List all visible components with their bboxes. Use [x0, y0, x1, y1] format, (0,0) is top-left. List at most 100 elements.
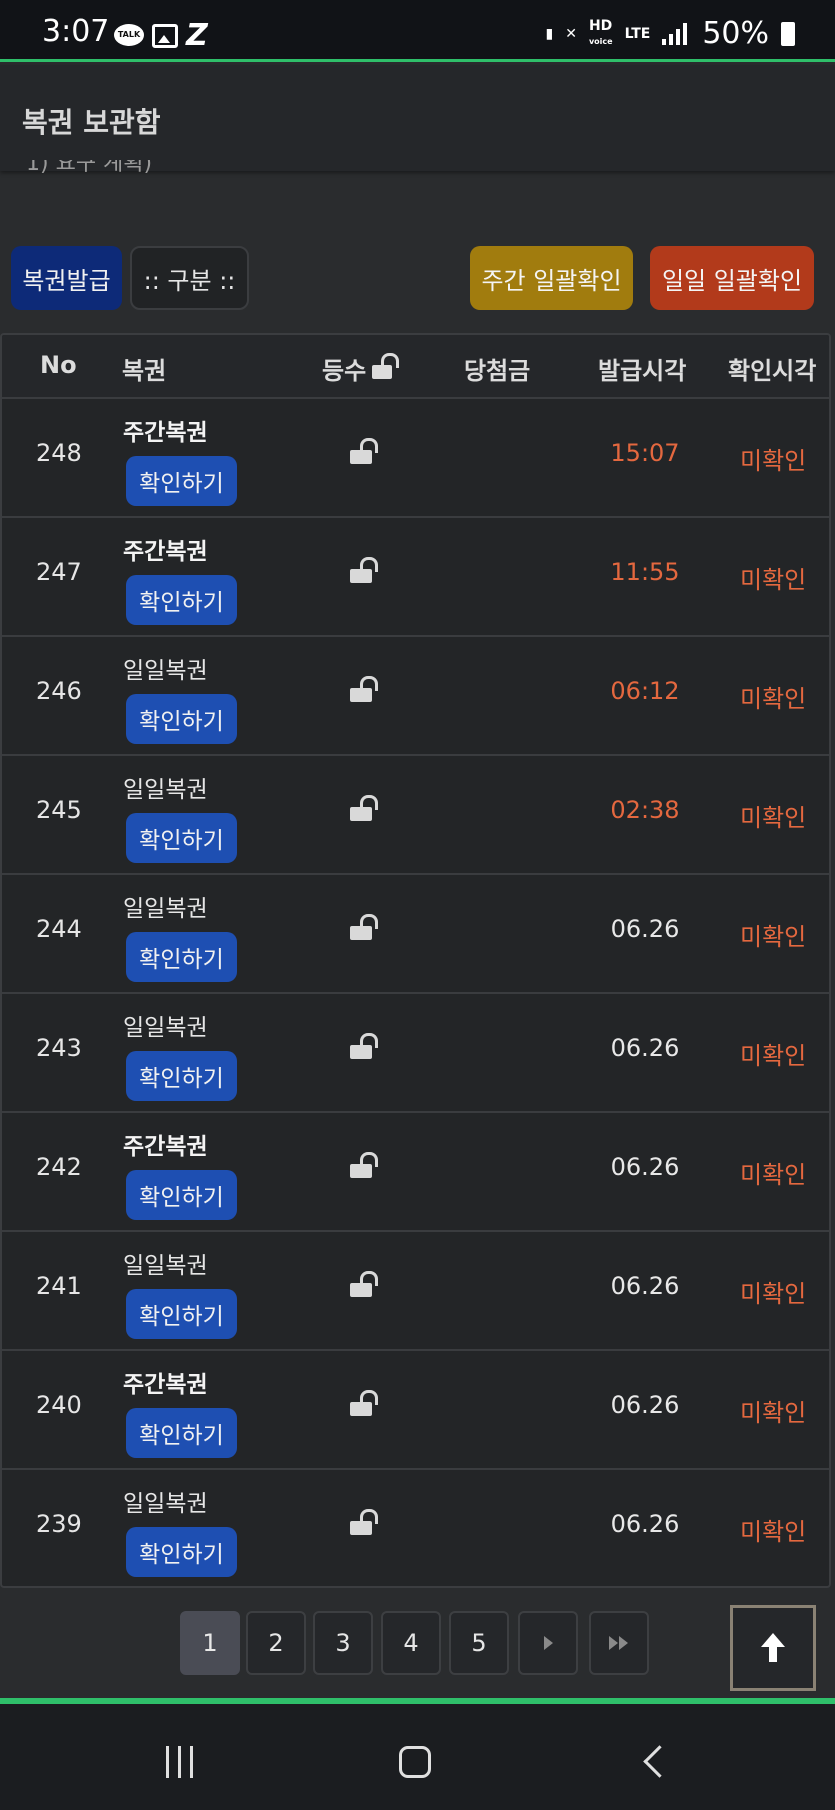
battery-saver-icon: ▮: [545, 25, 554, 42]
page-button-4[interactable]: 4: [381, 1611, 441, 1675]
check-ticket-button[interactable]: 확인하기: [126, 1170, 237, 1220]
ticket-table: No 복권 등수 당첨금 발급시각 확인시각 248 주간복권 확인하기 15:07 미…: [0, 333, 831, 1588]
checked-status: 미확인: [740, 804, 807, 832]
unlock-icon: [350, 1509, 378, 1535]
column-rank[interactable]: 등수: [322, 351, 400, 386]
row-number: 244: [36, 915, 82, 943]
signal-icon: [662, 22, 690, 45]
column-issued-time: 발급시각: [598, 357, 687, 385]
row-number: 247: [36, 558, 82, 586]
table-row: 244 일일복권 확인하기 06.26 미확인: [2, 875, 829, 994]
table-row: 248 주간복권확인하기 15:07 미확인: [2, 399, 829, 518]
issued-time: 06.26: [610, 1034, 680, 1062]
ticket-type: 일일복권: [123, 1015, 208, 1041]
page-button-1[interactable]: 1: [180, 1611, 240, 1675]
row-number: 243: [36, 1034, 82, 1062]
page-button-2[interactable]: 2: [246, 1611, 306, 1675]
unlock-icon: [350, 557, 378, 583]
checked-status: 미확인: [740, 685, 807, 713]
column-rank-label: 등수: [322, 357, 367, 385]
check-ticket-button[interactable]: 확인하기: [126, 1527, 237, 1577]
table-body: 248 주간복권 확인하기 15:07 미확인 247 주간복권 확인하기 11:55 미확인 24…: [2, 399, 829, 1586]
issue-ticket-button[interactable]: 복권발급: [11, 246, 122, 310]
column-no: No: [40, 351, 77, 379]
weekly-bulk-confirm-button[interactable]: 주간 일괄확인: [470, 246, 633, 310]
hd-voice-icon: HD voice: [589, 19, 613, 49]
ticket-type: 일일복권: [123, 1491, 208, 1517]
voice-label: voice: [588, 36, 613, 46]
row-number: 240: [36, 1391, 82, 1419]
recent-apps-icon[interactable]: [166, 1746, 193, 1778]
issued-time: 06.26: [610, 915, 680, 943]
notification-icons: TALK Z: [114, 21, 208, 51]
ticket-type: 주간복권: [123, 1134, 208, 1160]
column-ticket: 복권: [122, 357, 167, 385]
unlock-icon: [350, 1152, 378, 1178]
row-number: 245: [36, 796, 82, 824]
issued-time: 06.26: [610, 1391, 680, 1419]
column-prize: 당첨금: [464, 357, 531, 385]
ticket-type: 주간복권: [123, 539, 208, 565]
page-button-3[interactable]: 3: [313, 1611, 373, 1675]
lte-icon: LTE: [624, 25, 651, 42]
checked-status: 미확인: [740, 447, 807, 475]
row-number: 239: [36, 1510, 82, 1538]
check-ticket-button[interactable]: 확인하기: [126, 932, 237, 982]
issued-time: 15:07: [610, 439, 680, 467]
table-row: 242 주간복권확인하기 06.26 미확인: [2, 1113, 829, 1232]
row-number: 246: [36, 677, 82, 705]
system-icons: ▮ ✕ HD voice LTE 50%: [546, 16, 795, 51]
table-row: 246 일일복권확인하기 06:12 미확인: [2, 637, 829, 756]
scroll-to-top-button[interactable]: [730, 1605, 816, 1691]
status-time: 3:07: [42, 14, 110, 49]
checked-status: 미확인: [740, 1518, 807, 1546]
page-button-5[interactable]: 5: [449, 1611, 509, 1675]
category-filter-select[interactable]: :: 구분 ::: [130, 246, 249, 310]
check-ticket-button[interactable]: 확인하기: [126, 694, 237, 744]
check-ticket-button[interactable]: 확인하기: [126, 813, 237, 863]
table-row: 240 주간복권 확인하기 06.26 미확인: [2, 1351, 829, 1470]
checked-status: 미확인: [740, 1042, 807, 1070]
unlock-icon: [350, 914, 378, 940]
check-ticket-button[interactable]: 확인하기: [126, 1051, 237, 1101]
unlock-icon: [350, 438, 378, 464]
next-page-button[interactable]: [518, 1611, 578, 1675]
checked-status: 미확인: [740, 1399, 807, 1427]
checked-status: 미확인: [740, 1161, 807, 1189]
issued-time: 06:12: [610, 677, 680, 705]
page-title: 복권 보관함: [22, 106, 161, 139]
last-page-button[interactable]: [589, 1611, 649, 1675]
table-row: 243 일일복권확인하기 06.26 미확인: [2, 994, 829, 1113]
issued-time: 02:38: [610, 796, 680, 824]
row-number: 241: [36, 1272, 82, 1300]
unlock-icon: [350, 795, 378, 821]
arrow-up-icon: [758, 1633, 788, 1663]
daily-bulk-confirm-button[interactable]: 일일 일괄확인: [650, 246, 814, 310]
checked-status: 미확인: [740, 1280, 807, 1308]
next-icon: [543, 1636, 553, 1650]
ticket-type: 일일복권: [123, 658, 208, 684]
check-ticket-button[interactable]: 확인하기: [126, 1289, 237, 1339]
row-number: 242: [36, 1153, 82, 1181]
back-icon[interactable]: [643, 1745, 676, 1778]
checked-status: 미확인: [740, 923, 807, 951]
check-ticket-button[interactable]: 확인하기: [126, 1408, 237, 1458]
table-row: 239 일일복권 확인하기 06.26 미확인: [2, 1470, 829, 1586]
battery-level: 50%: [702, 16, 769, 51]
home-icon[interactable]: [399, 1746, 431, 1778]
ticket-type: 주간복권: [123, 420, 208, 446]
app-header: 복권 보관함: [0, 65, 835, 171]
battery-icon: [781, 21, 795, 46]
ticket-type: 일일복권: [123, 777, 208, 803]
row-number: 248: [36, 439, 82, 467]
status-bar: 3:07 TALK Z ▮ ✕ HD voice LTE 50%: [0, 0, 835, 62]
issued-time: 06.26: [610, 1153, 680, 1181]
system-nav-bar: [0, 1704, 835, 1810]
check-ticket-button[interactable]: 확인하기: [126, 456, 237, 506]
table-row: 247 주간복권확인하기 11:55 미확인: [2, 518, 829, 637]
issued-time: 11:55: [610, 558, 680, 586]
table-row: 241 일일복권 확인하기 06.26 미확인: [2, 1232, 829, 1351]
check-ticket-button[interactable]: 확인하기: [126, 575, 237, 625]
unlock-icon[interactable]: [372, 353, 400, 379]
checked-status: 미확인: [740, 566, 807, 594]
